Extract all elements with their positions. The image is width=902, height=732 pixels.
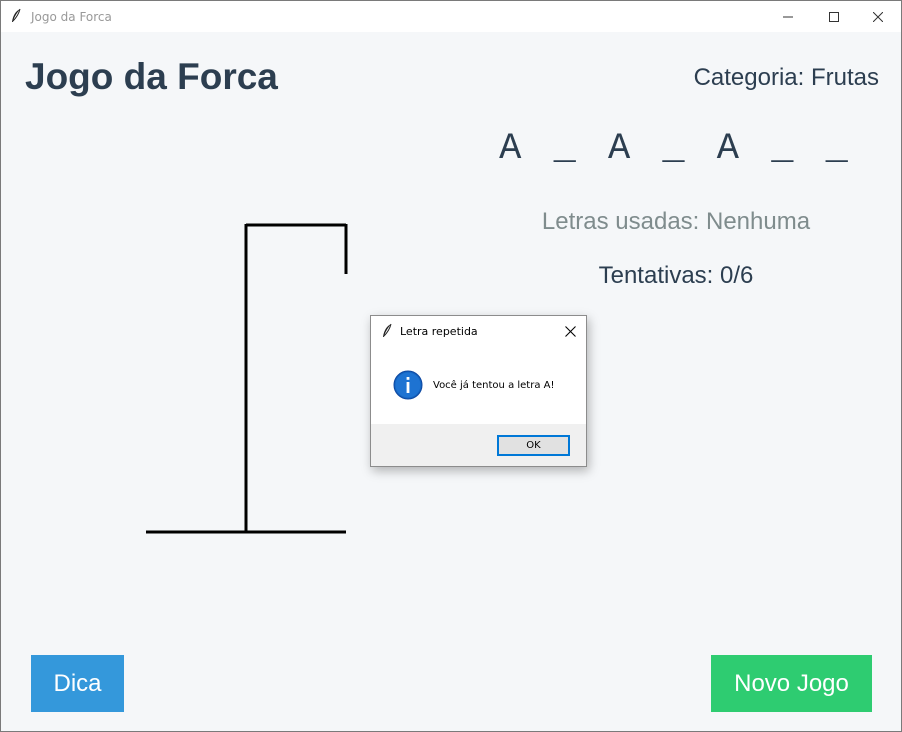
dialog-footer: OK xyxy=(371,424,586,466)
new-game-button[interactable]: Novo Jogo xyxy=(711,655,872,712)
app-window: Jogo da Forca Jogo da Forca Categoria: F… xyxy=(0,0,902,732)
word-display: A _ A _ A _ _ xyxy=(499,128,853,170)
dialog-body: Você já tentou a letra A! xyxy=(371,346,586,424)
window-title: Jogo da Forca xyxy=(31,10,112,24)
used-letters-label: Letras usadas: Nenhuma xyxy=(541,208,811,235)
dialog-message: Você já tentou a letra A! xyxy=(433,380,555,391)
hint-button[interactable]: Dica xyxy=(31,655,124,712)
repeated-letter-dialog: Letra repetida Você já tentou a letra A!… xyxy=(370,315,587,467)
attempts-label: Tentativas: 0/6 xyxy=(598,262,754,289)
category-label: Categoria: Frutas xyxy=(693,64,879,91)
maximize-icon xyxy=(829,11,839,22)
feather-icon xyxy=(383,323,392,337)
feather-icon xyxy=(12,8,21,22)
close-icon xyxy=(564,325,576,337)
window-titlebar[interactable]: Jogo da Forca xyxy=(1,1,901,32)
maximize-button[interactable] xyxy=(811,1,857,32)
minimize-button[interactable] xyxy=(765,1,811,32)
close-icon xyxy=(873,11,883,22)
dialog-titlebar[interactable]: Letra repetida xyxy=(371,316,586,346)
close-button[interactable] xyxy=(855,1,901,32)
dialog-title: Letra repetida xyxy=(400,325,478,338)
dialog-close-button[interactable] xyxy=(559,320,581,342)
minimize-icon xyxy=(783,16,793,17)
ok-button[interactable]: OK xyxy=(497,435,570,456)
gallows-drawing xyxy=(146,223,348,534)
info-icon xyxy=(393,370,423,400)
